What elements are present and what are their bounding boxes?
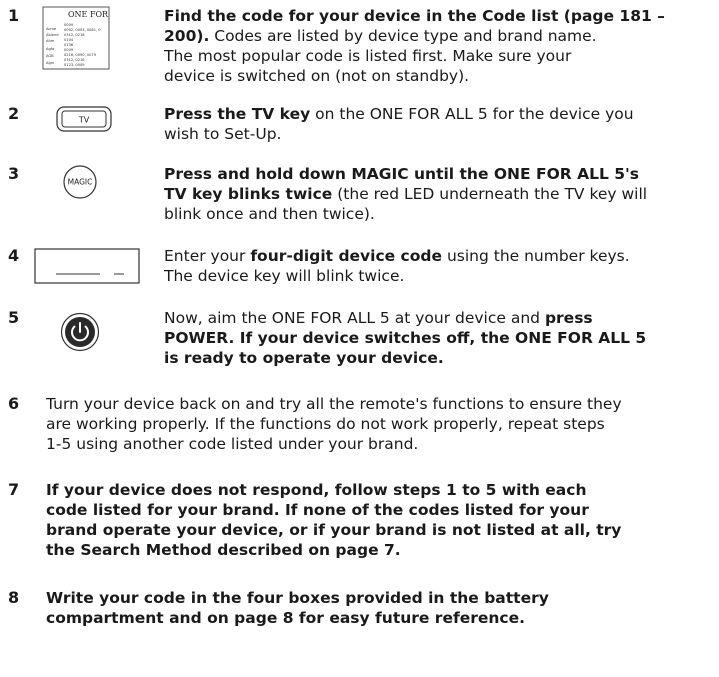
step-text: Press and hold down MAGIC until the ONE … — [164, 165, 648, 223]
svg-text:Abiend: Abiend — [46, 33, 59, 37]
step-text: Find the code for your device in the Cod… — [164, 7, 665, 85]
step-text: Press the TV key on the ONE FOR ALL 5 fo… — [164, 105, 634, 143]
step-text: Turn your device back on and try all the… — [46, 395, 622, 453]
step-number: 3 — [8, 164, 20, 183]
step-number: 1 — [8, 6, 20, 25]
svg-text:0104: 0104 — [64, 38, 74, 42]
step-number: 6 — [8, 394, 20, 413]
svg-text:Agni: Agni — [46, 61, 54, 65]
svg-text:0123, 0009: 0123, 0009 — [64, 63, 85, 67]
step-number: 8 — [8, 588, 20, 607]
step-number: 2 — [8, 104, 20, 123]
svg-text:TV: TV — [78, 116, 90, 125]
tv-key-icon: TV — [56, 106, 112, 136]
svg-text:0009: 0009 — [64, 48, 74, 52]
magic-key-icon: MAGIC — [62, 164, 98, 204]
svg-text:0136: 0136 — [64, 43, 74, 47]
svg-text:0312, 0216: 0312, 0216 — [64, 33, 85, 37]
svg-text:Ahm: Ahm — [46, 39, 55, 43]
power-key-icon — [60, 312, 100, 356]
svg-text:0002, 0093, 0081, 0: 0002, 0093, 0081, 0 — [64, 28, 101, 32]
svg-text:Acme: Acme — [46, 27, 57, 31]
step-number: 7 — [8, 480, 20, 499]
code-list-thumbnail-svg: ONE FOR Acme Abiend Ahm Agfa AGB Agni 00… — [42, 6, 110, 70]
svg-text:MAGIC: MAGIC — [68, 178, 93, 187]
step-number: 4 — [8, 246, 20, 265]
code-list-page-thumbnail-icon: ONE FOR Acme Abiend Ahm Agfa AGB Agni 00… — [42, 6, 110, 70]
code-entry-box-icon — [34, 248, 140, 288]
step-text: If your device does not respond, follow … — [46, 481, 622, 559]
svg-text:AGB: AGB — [46, 54, 54, 58]
svg-text:0216, 0090, 0079: 0216, 0090, 0079 — [64, 53, 97, 57]
svg-text:0312, 0216: 0312, 0216 — [64, 58, 85, 62]
step-number: 5 — [8, 308, 20, 327]
svg-text:0009: 0009 — [64, 23, 74, 27]
step-text: Now, aim the ONE FOR ALL 5 at your devic… — [164, 309, 647, 367]
thumbnail-heading: ONE FOR — [68, 10, 109, 19]
step-text: Write your code in the four boxes provid… — [46, 589, 549, 627]
svg-text:Agfa: Agfa — [46, 47, 54, 51]
step-text: Enter your four-digit device code using … — [164, 247, 630, 285]
